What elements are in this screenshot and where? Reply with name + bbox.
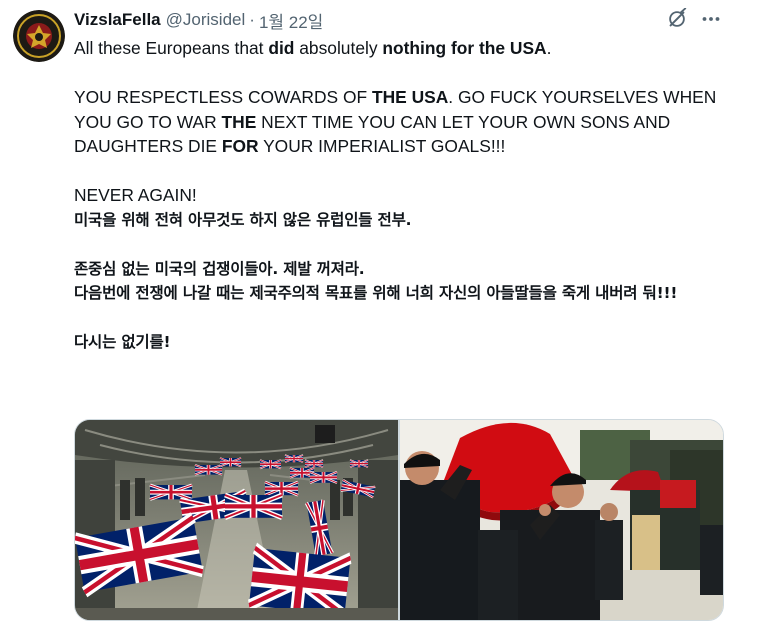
text-span: absolutely xyxy=(294,38,383,58)
tweet-media xyxy=(74,419,724,621)
text-span: . xyxy=(546,38,552,58)
tweet-text: All these Europeans that did absolutely … xyxy=(74,36,734,355)
avatar[interactable] xyxy=(13,10,65,62)
tweet-paragraph-1: All these Europeans that did absolutely … xyxy=(74,36,734,61)
tweet-korean-2: 존중심 없는 미국의 겁쟁이들아. 제발 꺼져라. xyxy=(74,259,365,278)
tweet-paragraph-2: YOU RESPECTLESS COWARDS OF THE USA. GO F… xyxy=(74,85,734,159)
media-image-soldiers-coffin[interactable] xyxy=(400,420,723,620)
user-handle[interactable]: @Jorisidel xyxy=(166,10,246,30)
bold-span: THE USA xyxy=(371,87,449,107)
text-span: YOUR IMPERIALIST GOALS!!! xyxy=(258,136,506,156)
grok-button[interactable] xyxy=(664,7,690,35)
tweet-paragraph-3: NEVER AGAIN! xyxy=(74,185,197,205)
more-options-button[interactable] xyxy=(698,8,724,34)
display-name[interactable]: VizslaFella xyxy=(74,10,161,30)
tweet-korean-4: 다시는 없기를! xyxy=(74,333,171,351)
tweet-korean-1: 미국을 위해 전혀 아무것도 하지 않은 유럽인들 전부. xyxy=(74,210,412,229)
bold-span: FOR xyxy=(221,136,259,156)
tweet-header: VizslaFella @Jorisidel · 1월 22일 xyxy=(74,8,323,33)
bold-span: THE xyxy=(221,111,257,132)
grok-icon xyxy=(666,7,688,35)
tweet-korean-3: 다음번에 전쟁에 나갈 때는 제국주의적 목표를 위해 너희 자신의 아들딸들을… xyxy=(74,284,678,302)
separator-dot: · xyxy=(249,10,255,29)
more-icon xyxy=(701,9,721,34)
bold-span: did xyxy=(268,38,295,58)
tweet-date[interactable]: 1월 22일 xyxy=(259,8,323,33)
text-span: All these Europeans that xyxy=(74,38,269,58)
media-image-coffins-aircraft[interactable] xyxy=(75,420,398,620)
bold-span: nothing for the USA xyxy=(382,38,547,58)
text-span: YOU RESPECTLESS COWARDS OF xyxy=(74,87,372,107)
